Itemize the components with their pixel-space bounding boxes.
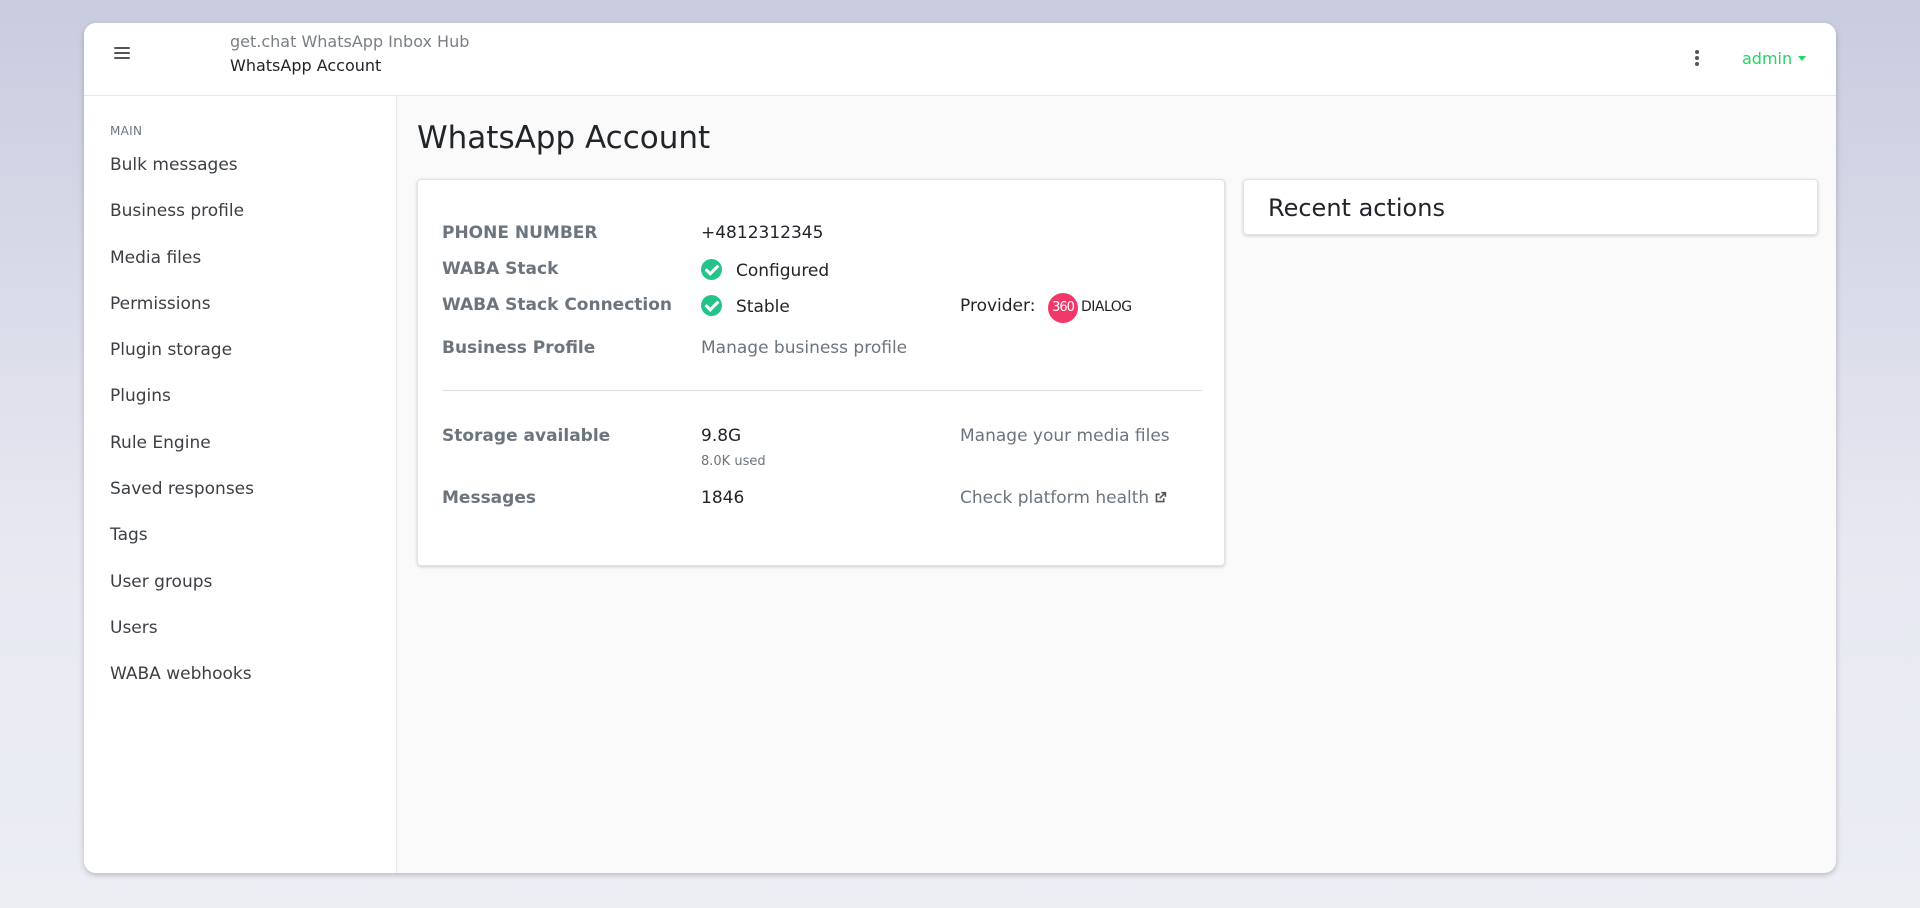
sidebar-section-label: MAIN (110, 124, 143, 138)
sidebar-item-user-groups[interactable]: User groups (110, 571, 254, 617)
manage-media-files-link[interactable]: Manage your media files (960, 426, 1170, 446)
sidebar-item-bulk-messages[interactable]: Bulk messages (110, 154, 254, 200)
sidebar-item-plugins[interactable]: Plugins (110, 385, 254, 431)
account-card: PHONE NUMBER +4812312345 WABA Stack Conf… (417, 179, 1225, 566)
page-breadcrumb: WhatsApp Account (230, 56, 382, 75)
messages-label: Messages (442, 488, 536, 508)
phone-number-label: PHONE NUMBER (442, 223, 598, 243)
sidebar-item-saved-responses[interactable]: Saved responses (110, 478, 254, 524)
waba-stack-label: WABA Stack (442, 259, 559, 279)
recent-actions-card: Recent actions (1243, 179, 1818, 235)
app-title: get.chat WhatsApp Inbox Hub (230, 32, 470, 51)
user-menu-label: admin (1742, 49, 1793, 68)
provider-logo-badge: 360 (1048, 293, 1078, 323)
messages-count: 1846 (701, 488, 745, 508)
sidebar-item-plugin-storage[interactable]: Plugin storage (110, 339, 254, 385)
sidebar-item-waba-webhooks[interactable]: WABA webhooks (110, 663, 254, 709)
sidebar-item-users[interactable]: Users (110, 617, 254, 663)
sidebar-item-tags[interactable]: Tags (110, 524, 254, 570)
top-bar: get.chat WhatsApp Inbox Hub WhatsApp Acc… (84, 23, 1836, 96)
storage-used: 8.0K used (701, 454, 766, 469)
waba-connection-label: WABA Stack Connection (442, 295, 673, 315)
storage-label: Storage available (442, 426, 611, 446)
waba-stack-status: Configured (701, 259, 829, 281)
waba-connection-status: Stable (701, 295, 790, 317)
sidebar-item-permissions[interactable]: Permissions (110, 293, 254, 339)
check-circle-icon (701, 259, 722, 280)
recent-actions-title: Recent actions (1268, 194, 1445, 222)
app-window: get.chat WhatsApp Inbox Hub WhatsApp Acc… (84, 23, 1836, 873)
business-profile-label: Business Profile (442, 338, 596, 358)
check-circle-icon (701, 295, 722, 316)
check-platform-health-label: Check platform health (960, 488, 1150, 508)
waba-stack-value: Configured (736, 261, 830, 281)
hamburger-menu-icon[interactable] (114, 47, 130, 61)
sidebar: MAIN Bulk messages Business profile Medi… (84, 96, 397, 873)
phone-number-value: +4812312345 (701, 223, 824, 243)
check-platform-health-link[interactable]: Check platform health (960, 488, 1167, 508)
section-divider (442, 390, 1202, 391)
provider-label: Provider: (960, 296, 1036, 316)
sidebar-nav: Bulk messages Business profile Media fil… (110, 154, 254, 710)
sidebar-item-business-profile[interactable]: Business profile (110, 200, 254, 246)
external-link-icon (1155, 491, 1167, 503)
storage-value: 9.8G (701, 426, 742, 446)
sidebar-item-media-files[interactable]: Media files (110, 247, 254, 293)
user-menu-dropdown[interactable]: admin (1742, 49, 1807, 68)
page-title: WhatsApp Account (417, 120, 711, 156)
manage-business-profile-link[interactable]: Manage business profile (701, 338, 907, 358)
waba-connection-value: Stable (736, 297, 790, 317)
provider-logo-text: DIALOG (1081, 299, 1132, 315)
kebab-more-icon[interactable] (1692, 50, 1702, 70)
sidebar-item-rule-engine[interactable]: Rule Engine (110, 432, 254, 478)
caret-down-icon (1798, 56, 1807, 61)
